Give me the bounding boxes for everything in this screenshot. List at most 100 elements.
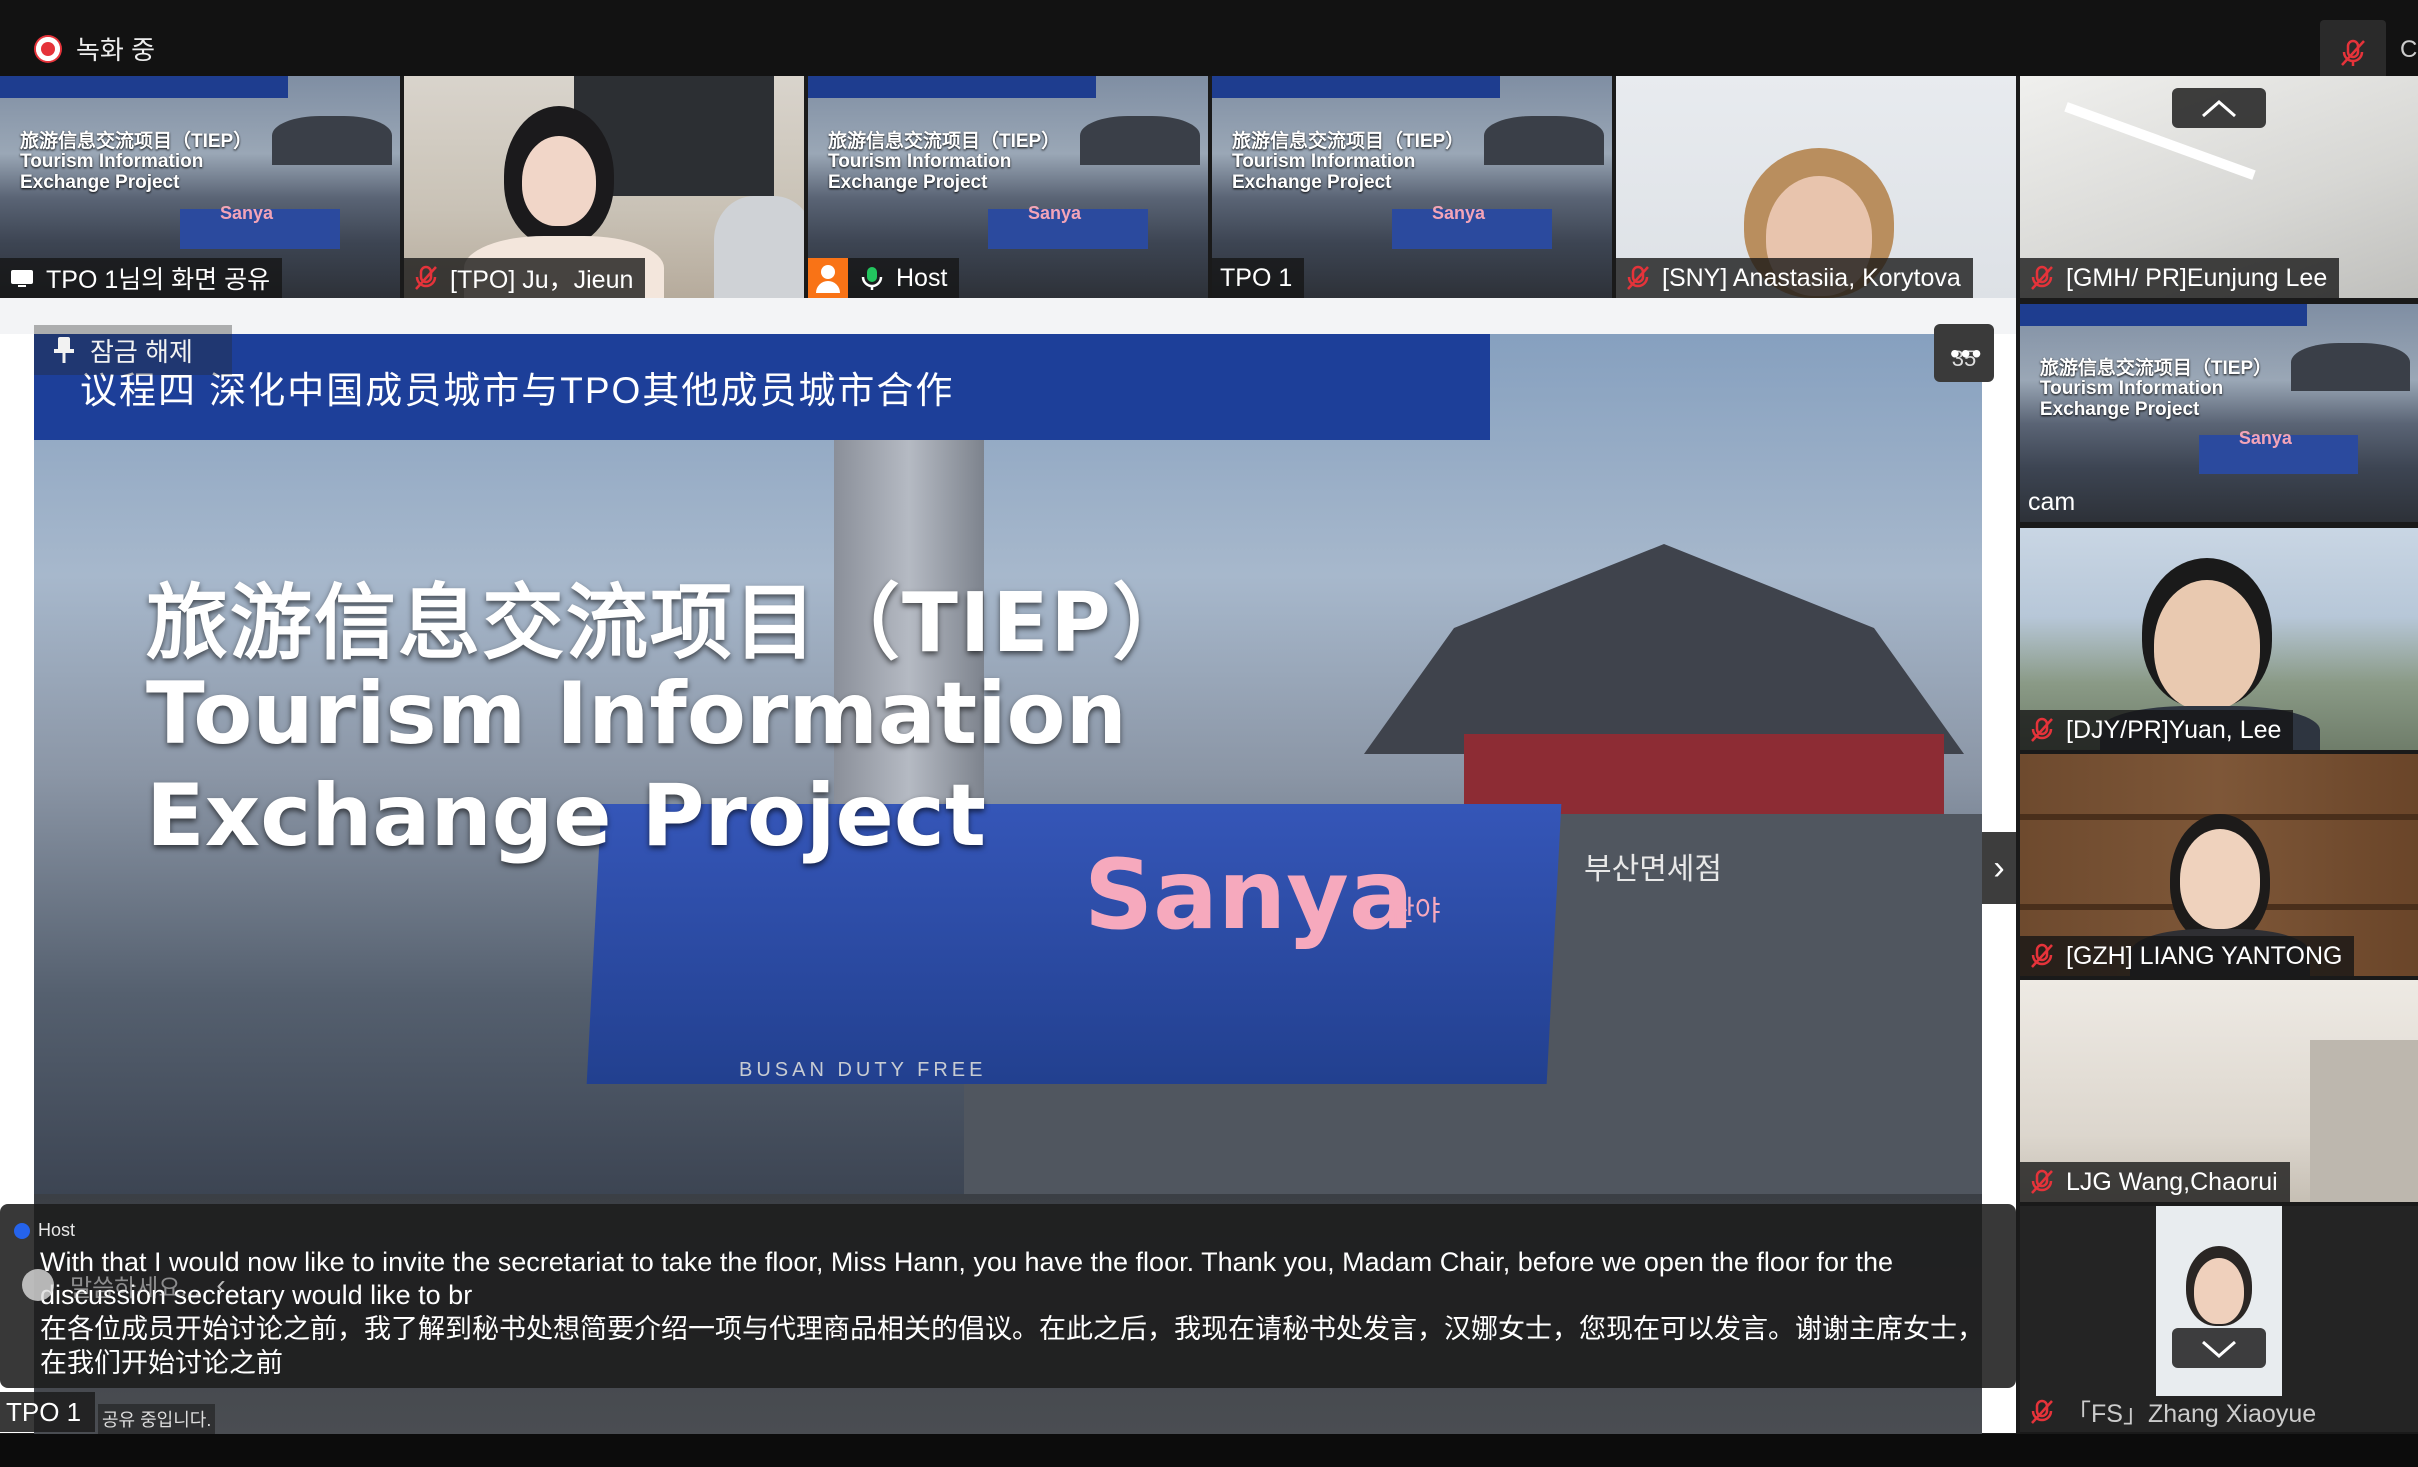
mic-muted-icon: [1627, 265, 1649, 290]
top-right-partial[interactable]: C: [2400, 36, 2417, 64]
record-icon: [36, 36, 60, 61]
presenter-label: TPO 1: [0, 1392, 96, 1432]
participant-name: [GMH/ PR]Eunjung Lee: [2066, 263, 2328, 292]
slide-preview-title: 旅游信息交流项目（TIEP） Tourism Information Excha…: [2039, 358, 2272, 422]
slide-preview-title-en2: Exchange Project: [2039, 399, 2200, 421]
mic-muted-icon: [2341, 39, 2365, 66]
slide-preview-title-en1: Tourism Information: [828, 151, 1012, 173]
screen-share-icon: [11, 270, 33, 287]
chat-placeholder: 말씀하세요...: [70, 1274, 201, 1302]
shared-screen-toolbar: [0, 298, 2016, 334]
caption-speaker: Host: [14, 1220, 75, 1241]
chevron-left-icon[interactable]: ‹: [216, 1269, 225, 1301]
slide-preview-title: 旅游信息交流项目（TIEP） Tourism Information Excha…: [1232, 130, 1465, 195]
slide-preview-sanya: Sanya: [220, 202, 274, 223]
scroll-down-button[interactable]: [2172, 1328, 2266, 1368]
slide-preview-sanya: Sanya: [1432, 202, 1486, 223]
slide-title-en-line1: Tourism Information: [146, 664, 1127, 764]
participant-tile-yuan-lee[interactable]: [DJY/PR]Yuan, Lee: [2020, 528, 2418, 750]
thumbnail-anastasiia[interactable]: [SNY] Anastasiia, Korytova: [1616, 76, 2016, 298]
thumbnail-screen-share[interactable]: 旅游信息交流项目（TIEP） Tourism Information Excha…: [0, 76, 400, 298]
mic-muted-icon: [2031, 265, 2053, 290]
participant-name: Host: [896, 263, 948, 292]
participant-label: [SNY] Anastasiia, Korytova: [1616, 258, 1973, 298]
pavilion-roof-image: [1364, 544, 1964, 754]
slide-preview-roof: [2290, 343, 2411, 392]
pavilion-red-band: [1464, 734, 1944, 814]
participant-label: LJG Wang,Chaorui: [2020, 1162, 2290, 1202]
slide-title-en-line2: Exchange Project: [146, 766, 986, 866]
slide-preview-title-en1: Tourism Information: [2039, 378, 2224, 400]
slide-preview-roof: [1080, 115, 1200, 165]
sanya-ko-logo: 싼야: [1389, 895, 1441, 926]
participant-name: TPO 1: [1220, 263, 1293, 292]
top-bar: [0, 0, 2418, 76]
participant-tile-wang-chaorui[interactable]: LJG Wang,Chaorui: [2020, 980, 2418, 1202]
sanya-logo: Sanya: [1084, 839, 1414, 951]
slide-preview-title-en2: Exchange Project: [828, 172, 988, 194]
slide-preview-sanya: Sanya: [2238, 428, 2292, 449]
unpin-label: 잠금 해제: [90, 336, 193, 367]
caption-speaker-name: Host: [38, 1220, 76, 1240]
chevron-down-icon: [2202, 1340, 2236, 1358]
participant-name: [TPO] Ju，Jieun: [450, 266, 634, 294]
participant-name: LJG Wang,Chaorui: [2066, 1167, 2278, 1196]
recording-indicator[interactable]: 녹화 중: [36, 30, 155, 67]
participant-name: cam: [2028, 487, 2076, 516]
mic-muted-icon: [2031, 717, 2053, 742]
mic-muted-icon: [415, 265, 437, 290]
participant-label: TPO 1: [1212, 258, 1305, 298]
mic-active-icon: [861, 267, 883, 290]
slide-preview-sanya: Sanya: [1028, 202, 1082, 223]
participant-label: [GZH] LIANG YANTONG: [2020, 936, 2355, 976]
scroll-up-button[interactable]: [2172, 88, 2266, 128]
recording-label: 녹화 중: [76, 35, 155, 65]
slide-preview-title-cn: 旅游信息交流项目（TIEP）: [20, 130, 253, 152]
participant-tile-liang-yantong[interactable]: [GZH] LIANG YANTONG: [2020, 754, 2418, 976]
chevron-up-icon: [2202, 100, 2236, 118]
face: [2154, 580, 2260, 710]
thumbnail-host[interactable]: 旅游信息交流项目（TIEP） Tourism Information Excha…: [808, 76, 1208, 298]
participant-label: 「FS」Zhang Xiaoyue: [2020, 1392, 2328, 1432]
more-options-icon[interactable]: •••: [1950, 338, 1982, 370]
participant-label: Host: [808, 258, 960, 298]
participant-label: [DJY/PR]Yuan, Lee: [2020, 710, 2294, 750]
unpin-button[interactable]: 잠금 해제: [34, 325, 232, 375]
other-person: [714, 196, 804, 298]
participant-name: [GZH] LIANG YANTONG: [2066, 941, 2343, 970]
slide-preview-title-en1: Tourism Information: [20, 151, 204, 173]
slide-preview-roof: [1484, 115, 1604, 165]
slide-title-cn: 旅游信息交流项目（TIEP）: [146, 576, 1197, 671]
participant-name: [SNY] Anastasiia, Korytova: [1662, 263, 1961, 292]
slide-preview-band: [808, 76, 1096, 99]
slide-preview-title: 旅游信息交流项目（TIEP） Tourism Information Excha…: [828, 131, 1060, 195]
caption-chinese: 在各位成员开始讨论之前，我了解到秘书处想简要介绍一项与代理商品相关的倡议。在此之…: [40, 1314, 1984, 1378]
sharing-status: 공유 중입니다.: [98, 1404, 216, 1434]
participant-name: [DJY/PR]Yuan, Lee: [2066, 715, 2282, 744]
participant-tile-zhang-xiaoyue[interactable]: 「FS」Zhang Xiaoyue: [2020, 1206, 2418, 1432]
thumbnail-ju-jieun[interactable]: [TPO] Ju，Jieun: [404, 76, 804, 298]
caption-english: With that I would now like to invite the…: [40, 1247, 1893, 1310]
slide-preview-title-en2: Exchange Project: [1232, 172, 1392, 194]
participant-label: [TPO] Ju，Jieun: [404, 258, 646, 298]
thumbnail-tpo1[interactable]: 旅游信息交流项目（TIEP） Tourism Information Excha…: [1212, 76, 1612, 298]
participant-tile-cam[interactable]: 旅游信息交流项目（TIEP） Tourism Information Excha…: [2020, 304, 2418, 522]
next-page-button[interactable]: ›: [1982, 832, 2016, 904]
chat-input[interactable]: 말씀하세요... ‹: [22, 1260, 322, 1310]
speaker-dot-icon: [14, 1222, 30, 1239]
mic-muted-icon: [2031, 1169, 2053, 1194]
participant-label: [GMH/ PR]Eunjung Lee: [2020, 258, 2340, 298]
face: [2180, 829, 2260, 929]
slide-preview-title-en1: Tourism Information: [1232, 151, 1416, 173]
mic-muted-icon: [2031, 1399, 2053, 1424]
agenda-banner: 议程四 深化中国成员城市与TPO其他成员城市合作: [34, 334, 1490, 440]
slide-preview-title-cn: 旅游信息交流项目（TIEP）: [1232, 130, 1465, 152]
store-sign: 부산면세점: [1584, 853, 1722, 886]
bottom-bar: [0, 1434, 2418, 1467]
duty-free-text: BUSAN DUTY FREE: [739, 1059, 987, 1081]
participant-label: TPO 1님의 화면 공유: [0, 258, 283, 298]
slide-preview-roof: [272, 115, 392, 165]
host-avatar-icon: [808, 258, 848, 298]
emoji-icon[interactable]: [22, 1269, 54, 1301]
face: [2194, 1258, 2244, 1324]
